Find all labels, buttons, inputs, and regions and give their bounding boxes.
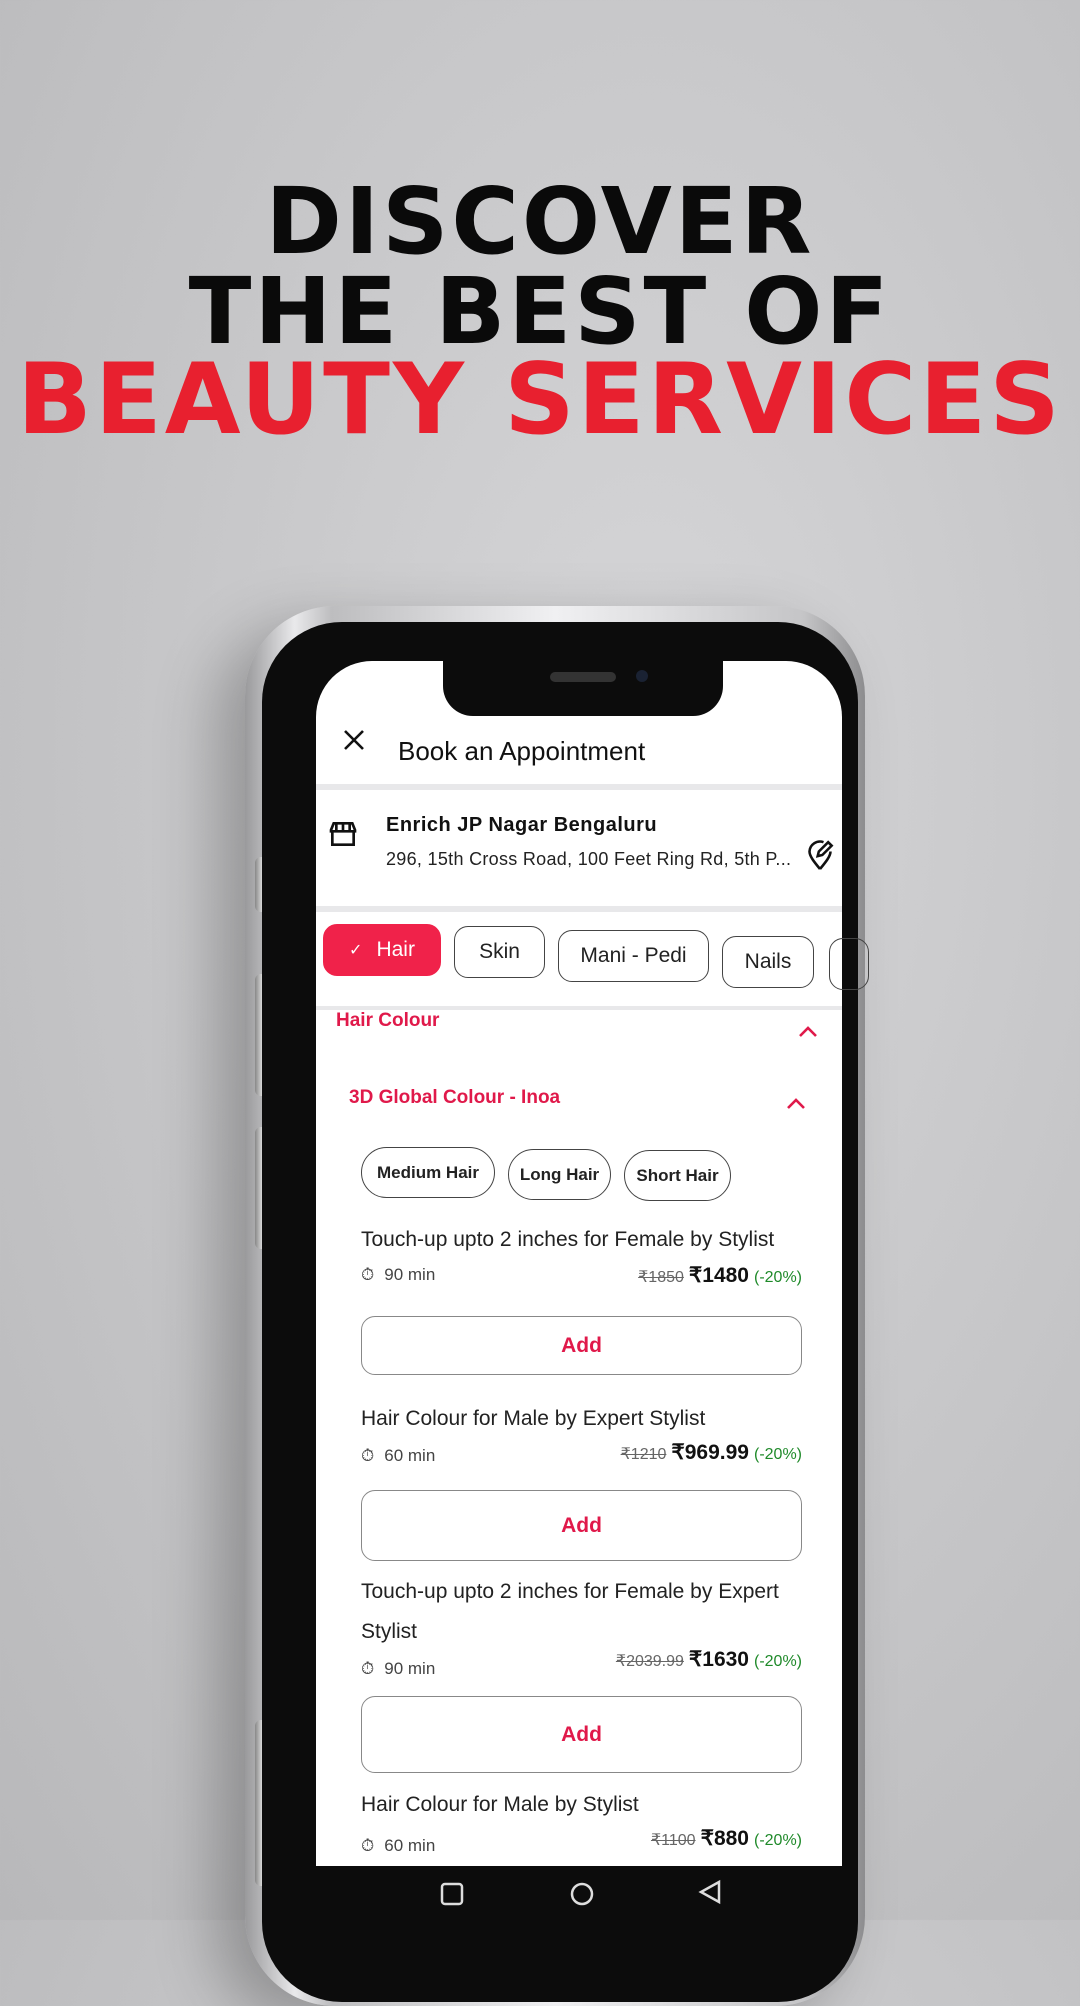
- length-chip-medium[interactable]: Medium Hair: [361, 1147, 495, 1198]
- length-chip-short[interactable]: Short Hair: [624, 1150, 731, 1201]
- timer-icon: ⏱: [361, 1265, 375, 1284]
- add-button[interactable]: Add: [361, 1490, 802, 1561]
- chevron-up-icon[interactable]: [798, 1024, 818, 1038]
- page-title: Book an Appointment: [398, 736, 646, 766]
- add-button[interactable]: Add: [361, 1696, 802, 1773]
- divider: [316, 784, 842, 790]
- service-price: ₹1850 ₹1480 (-20%): [638, 1264, 802, 1287]
- category-chip-mani-pedi[interactable]: Mani - Pedi: [558, 930, 709, 982]
- service-duration: ⏱ 60 min: [361, 1836, 436, 1855]
- check-icon: ✓: [349, 942, 363, 959]
- chevron-up-icon[interactable]: [786, 1096, 806, 1110]
- timer-icon: ⏱: [361, 1446, 375, 1465]
- speaker: [550, 672, 616, 682]
- recents-icon[interactable]: [440, 1882, 464, 1906]
- home-icon[interactable]: [569, 1881, 595, 1907]
- camera: [636, 670, 648, 682]
- back-icon[interactable]: [697, 1879, 723, 1905]
- service-name: Hair Colour for Male by Expert Stylist: [361, 1407, 706, 1430]
- service-duration: ⏱ 60 min: [361, 1446, 436, 1465]
- edit-location-icon[interactable]: [806, 838, 834, 872]
- divider: [316, 906, 842, 912]
- category-chip-skin[interactable]: Skin: [454, 926, 545, 978]
- service-duration: ⏱ 90 min: [361, 1659, 436, 1678]
- category-chip-nails[interactable]: Nails: [722, 936, 814, 988]
- service-name: Hair Colour for Male by Stylist: [361, 1793, 639, 1816]
- category-chip-hair[interactable]: ✓ Hair: [323, 924, 441, 976]
- store-icon: [329, 822, 357, 846]
- service-name: Touch-up upto 2 inches for Female by Exp…: [361, 1580, 779, 1643]
- headline-line-3: BEAUTY SERVICES: [17, 343, 1063, 457]
- section-hair-colour[interactable]: Hair Colour: [336, 1010, 439, 1032]
- service-duration: ⏱ 90 min: [361, 1265, 436, 1284]
- salon-name: Enrich JP Nagar Bengaluru: [386, 814, 658, 836]
- service-name: Touch-up upto 2 inches for Female by Sty…: [361, 1228, 775, 1251]
- category-chip-more[interactable]: [829, 938, 869, 990]
- salon-address: 296, 15th Cross Road, 100 Feet Ring Rd, …: [386, 849, 792, 869]
- service-price: ₹1100 ₹880 (-20%): [650, 1827, 802, 1850]
- service-price: ₹1210 ₹969.99 (-20%): [620, 1441, 802, 1464]
- close-icon[interactable]: [342, 728, 366, 752]
- subsection-global-colour[interactable]: 3D Global Colour - Inoa: [349, 1087, 560, 1109]
- length-chip-long[interactable]: Long Hair: [508, 1149, 611, 1200]
- timer-icon: ⏱: [361, 1659, 375, 1678]
- timer-icon: ⏱: [361, 1836, 375, 1855]
- service-price: ₹2039.99 ₹1630 (-20%): [615, 1648, 802, 1671]
- add-button[interactable]: Add: [361, 1316, 802, 1375]
